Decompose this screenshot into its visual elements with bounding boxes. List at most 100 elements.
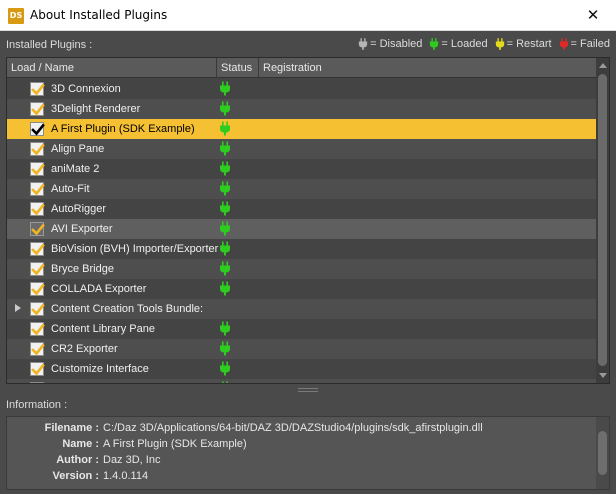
plugin-load-checkbox[interactable] <box>30 102 45 116</box>
info-label: Name : <box>62 438 99 450</box>
scrollbar-thumb[interactable] <box>598 74 607 366</box>
plugin-row[interactable]: Content Library Pane <box>7 319 597 339</box>
plugin-row[interactable]: 3D Connexion <box>7 79 597 99</box>
expand-arrow-icon[interactable] <box>15 304 21 312</box>
information-scrollbar[interactable] <box>596 417 609 489</box>
plugin-name: 3D Connexion <box>51 83 121 95</box>
legend-item: = Failed <box>559 38 610 50</box>
info-value: A First Plugin (SDK Example) <box>103 438 247 450</box>
info-row: Version : 1.4.0.114 <box>7 470 597 486</box>
info-row: Name : A First Plugin (SDK Example) <box>7 438 597 454</box>
plugin-name: 3Delight Renderer <box>51 103 141 115</box>
installed-plugins-label: Installed Plugins : <box>6 39 93 51</box>
info-value: 1.4.0.114 <box>103 470 149 482</box>
info-value: C:/Daz 3D/Applications/64-bit/DAZ 3D/DAZ… <box>103 422 483 434</box>
plugin-row[interactable]: AVI Exporter <box>7 219 597 239</box>
plug-loaded-icon <box>219 101 231 119</box>
plug-loaded-icon <box>219 241 231 259</box>
plugin-load-checkbox[interactable] <box>30 322 45 336</box>
plugin-row[interactable]: Align Pane <box>7 139 597 159</box>
window-title: About Installed Plugins <box>30 8 168 22</box>
plug-restart-icon <box>495 38 507 50</box>
panel-splitter[interactable] <box>0 386 616 394</box>
plug-loaded-icon <box>219 181 231 199</box>
plugin-row[interactable]: aniMate 2 <box>7 159 597 179</box>
legend-item: = Restart <box>495 38 552 50</box>
plugin-load-checkbox[interactable] <box>30 182 45 196</box>
info-row: Author : Daz 3D, Inc <box>7 454 597 470</box>
legend-label: = Failed <box>570 38 610 50</box>
plugin-row[interactable]: Auto-Fit <box>7 179 597 199</box>
plugin-row[interactable]: BioVision (BVH) Importer/Exporter <box>7 239 597 259</box>
info-label: Author : <box>56 454 99 466</box>
plugin-load-checkbox[interactable] <box>30 362 45 376</box>
plugin-name: A First Plugin (SDK Example) <box>51 123 195 135</box>
plug-failed-icon <box>559 38 571 50</box>
plug-loaded-icon <box>219 161 231 179</box>
plug-loaded-icon <box>219 381 231 383</box>
column-header-registration[interactable]: Registration <box>259 58 597 78</box>
plugin-load-checkbox[interactable] <box>30 162 45 176</box>
plugin-row[interactable]: COLLADA Exporter <box>7 279 597 299</box>
plug-disabled-icon <box>358 38 370 50</box>
information-scrollbar-thumb[interactable] <box>598 431 607 475</box>
plugin-load-checkbox[interactable] <box>30 202 45 216</box>
plugin-load-checkbox[interactable] <box>30 142 45 156</box>
plugin-rows: 3D Connexion 3Delight Renderer A First Plu… <box>7 79 597 383</box>
plugin-row[interactable]: DAZ Studio IFF Exporter <box>7 379 597 383</box>
scroll-down-arrow-icon[interactable] <box>599 373 607 378</box>
plugin-row[interactable]: Customize Interface <box>7 359 597 379</box>
plug-loaded-icon <box>429 38 441 50</box>
plugin-name: aniMate 2 <box>51 163 100 175</box>
plug-loaded-icon <box>219 261 231 279</box>
plugin-name: Content Library Pane <box>51 323 155 335</box>
info-value: Daz 3D, Inc <box>103 454 161 466</box>
legend-item: = Loaded <box>429 38 488 50</box>
info-row: Filename : C:/Daz 3D/Applications/64-bit/… <box>7 422 597 438</box>
plugin-name: BioVision (BVH) Importer/Exporter <box>51 243 219 255</box>
splitter-grip-icon[interactable] <box>298 388 318 392</box>
plug-loaded-icon <box>219 361 231 379</box>
plugin-load-checkbox[interactable] <box>30 242 45 256</box>
plugin-row[interactable]: Bryce Bridge <box>7 259 597 279</box>
plug-loaded-icon <box>219 321 231 339</box>
plugin-load-checkbox[interactable] <box>30 282 45 296</box>
plugin-row[interactable]: 3Delight Renderer <box>7 99 597 119</box>
plug-loaded-icon <box>219 281 231 299</box>
plugin-row[interactable]: A First Plugin (SDK Example) <box>7 119 597 139</box>
plugin-load-checkbox[interactable] <box>30 382 44 383</box>
legend-label: = Loaded <box>441 38 488 50</box>
plugin-load-checkbox[interactable] <box>30 262 45 276</box>
plugin-list-scrollbar[interactable] <box>596 58 609 383</box>
close-button[interactable]: ✕ <box>570 0 616 31</box>
plugin-name: DAZ Studio IFF Exporter <box>51 379 171 383</box>
plugin-row[interactable]: AutoRigger <box>7 199 597 219</box>
legend-item: = Disabled <box>358 38 422 50</box>
plugin-name: CR2 Exporter <box>51 343 118 355</box>
column-header-status[interactable]: Status <box>217 58 259 78</box>
status-legend: = Disabled = Loaded = Restart = Failed <box>351 37 610 51</box>
plug-loaded-icon <box>219 341 231 359</box>
legend-label: = Restart <box>506 38 552 50</box>
plugin-load-checkbox[interactable] <box>30 82 45 96</box>
information-label: Information : <box>6 399 68 411</box>
plugin-load-checkbox[interactable] <box>30 122 45 136</box>
info-label: Version : <box>52 470 99 482</box>
plugin-name: Customize Interface <box>51 363 149 375</box>
plug-loaded-icon <box>219 81 231 99</box>
plugin-load-checkbox[interactable] <box>30 342 45 356</box>
plugin-name: Auto-Fit <box>51 183 90 195</box>
plugin-row[interactable]: CR2 Exporter <box>7 339 597 359</box>
plugin-row[interactable]: Content Creation Tools Bundle: <box>7 299 597 319</box>
plugin-name: AutoRigger <box>51 203 107 215</box>
plugin-load-checkbox[interactable] <box>30 302 45 316</box>
plugin-name: Bryce Bridge <box>51 263 114 275</box>
plugin-load-checkbox[interactable] <box>30 222 45 236</box>
scroll-up-arrow-icon[interactable] <box>599 63 607 68</box>
plugin-name: COLLADA Exporter <box>51 283 147 295</box>
plugin-name: Align Pane <box>51 143 105 155</box>
information-panel: Filename : C:/Daz 3D/Applications/64-bit/… <box>6 416 610 490</box>
plugin-name: AVI Exporter <box>51 223 113 235</box>
plug-loaded-icon <box>219 201 231 219</box>
column-header-load-name[interactable]: Load / Name <box>7 58 217 78</box>
